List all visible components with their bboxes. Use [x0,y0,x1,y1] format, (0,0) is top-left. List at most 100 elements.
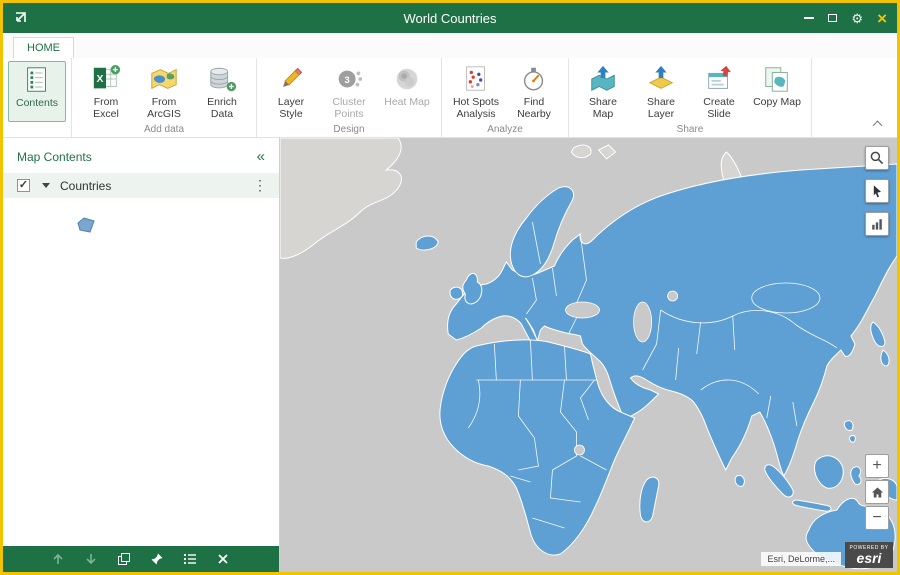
pin-icon [151,553,163,565]
heat-map-label: Heat Map [384,96,430,108]
layer-visibility-checkbox[interactable]: ✓ [17,179,30,192]
layer-style-button[interactable]: Layer Style [262,61,320,122]
zoom-controls: + − [865,454,889,530]
panel-header: Map Contents « [3,138,279,173]
map-tools [865,146,889,236]
ribbon-group-share: Share Map Share Layer Create Slide Copy … [569,58,812,137]
minimize-button[interactable] [804,17,815,19]
window-title: World Countries [403,10,497,26]
layer-list-button[interactable] [183,552,197,566]
layer-name: Countries [60,178,112,193]
enrich-data-button[interactable]: Enrich Data [193,61,251,122]
remove-layer-button[interactable] [216,552,230,566]
cluster-points-icon: 3 [338,70,363,88]
polygon-symbol-swatch [77,217,95,233]
tab-home[interactable]: HOME [13,37,74,58]
create-slide-icon [708,65,732,89]
home-button[interactable] [865,480,889,504]
from-arcgis-button[interactable]: From ArcGIS [135,61,193,122]
share-map-button[interactable]: Share Map [574,61,632,122]
esri-logo: POWERED BY esri [845,542,893,568]
ribbon: Contents X From Excel From ArcGIS Enrich… [3,58,897,138]
ribbon-group-analyze: Hot Spots Analysis Find Nearby Analyze [442,58,569,137]
chevron-up-icon [872,120,882,131]
select-tool-button[interactable] [865,179,889,203]
up-arrow-icon [53,553,63,564]
from-arcgis-label: From ArcGIS [147,96,181,121]
search-icon [870,151,884,165]
world-map [280,138,897,572]
layer-style-label: Layer Style [277,96,305,121]
settings-gear-icon[interactable]: ⚙ [851,12,863,25]
group-label-add-data: Add data [143,124,185,135]
enrich-data-icon [210,67,237,92]
close-button[interactable]: × [877,10,887,27]
pin-layer-button[interactable] [150,552,164,566]
from-excel-icon: X [93,64,121,89]
svg-text:3: 3 [345,75,350,85]
copy-map-button[interactable]: Copy Map [748,61,806,122]
find-nearby-button[interactable]: Find Nearby [505,61,563,122]
maximize-button[interactable] [828,14,838,22]
from-excel-button[interactable]: X From Excel [77,61,135,122]
ribbon-group-contents: Contents [3,58,72,137]
app-window: World Countries ⚙ × HOME Contents X From… [0,0,900,575]
map-attribution: Esri, DeLorme,... [761,552,841,566]
ribbon-group-add-data: X From Excel From ArcGIS Enrich Data Add… [72,58,257,137]
find-nearby-label: Find Nearby [517,96,551,121]
layer-row-countries[interactable]: ✓ Countries ⋮ [3,173,279,198]
svg-text:X: X [96,74,103,85]
heat-map-button[interactable]: Heat Map [378,61,436,122]
move-layer-up-button[interactable] [51,552,65,566]
map-contents-panel: Map Contents « ✓ Countries ⋮ [3,138,280,572]
zoom-out-button[interactable]: − [865,506,889,530]
contents-label: Contents [15,97,59,109]
layer-options-button[interactable]: ⋮ [253,177,267,194]
copy-map-label: Copy Map [753,96,801,108]
share-map-label: Share Map [588,96,618,121]
maximize-icon [828,14,838,22]
panel-footer-toolbar [3,546,279,572]
create-slide-button[interactable]: Create Slide [690,61,748,122]
heat-map-icon [396,68,418,90]
window-controls: ⚙ × [804,10,897,27]
share-layer-button[interactable]: Share Layer [632,61,690,122]
group-label-share: Share [676,124,704,135]
share-layer-label: Share Layer [646,96,676,121]
pointer-icon [873,185,881,198]
list-icon [183,553,196,565]
cluster-points-label: Cluster Points [332,96,366,121]
find-nearby-icon [523,67,544,91]
group-label-design: Design [333,124,365,135]
duplicate-layer-button[interactable] [117,552,131,566]
cluster-points-button[interactable]: 3 Cluster Points [320,61,378,122]
hot-spots-button[interactable]: Hot Spots Analysis [447,61,505,122]
enrich-data-label: Enrich Data [207,96,237,121]
from-excel-label: From Excel [93,96,119,121]
contents-button[interactable]: Contents [8,61,66,122]
ribbon-collapse-button[interactable] [869,119,885,131]
ribbon-tab-row: HOME [3,33,897,58]
minimize-icon [804,17,815,19]
contents-icon [27,67,46,92]
move-layer-down-button[interactable] [84,552,98,566]
from-arcgis-icon [151,68,177,90]
map-canvas[interactable]: + − Esri, DeLorme,... POWERED BY esri [280,138,897,572]
create-slide-label: Create Slide [703,96,735,121]
esri-brand-label: esri [856,549,882,566]
share-map-icon [591,65,615,92]
hot-spots-analysis-icon [466,66,485,91]
layer-legend [75,216,279,239]
search-tool-button[interactable] [865,146,889,170]
layer-expand-caret-icon[interactable] [42,183,50,188]
duplicate-icon [118,553,130,565]
titlebar: World Countries ⚙ × [3,3,897,33]
close-x-icon [218,554,228,564]
group-label-contents [8,122,66,137]
layer-style-icon [283,67,303,87]
ribbon-group-design: Layer Style 3 Cluster Points Heat Map De… [257,58,442,137]
hot-spots-label: Hot Spots Analysis [452,96,500,121]
panel-collapse-button[interactable]: « [257,148,265,165]
zoom-in-button[interactable]: + [865,454,889,478]
stats-tool-button[interactable] [865,212,889,236]
